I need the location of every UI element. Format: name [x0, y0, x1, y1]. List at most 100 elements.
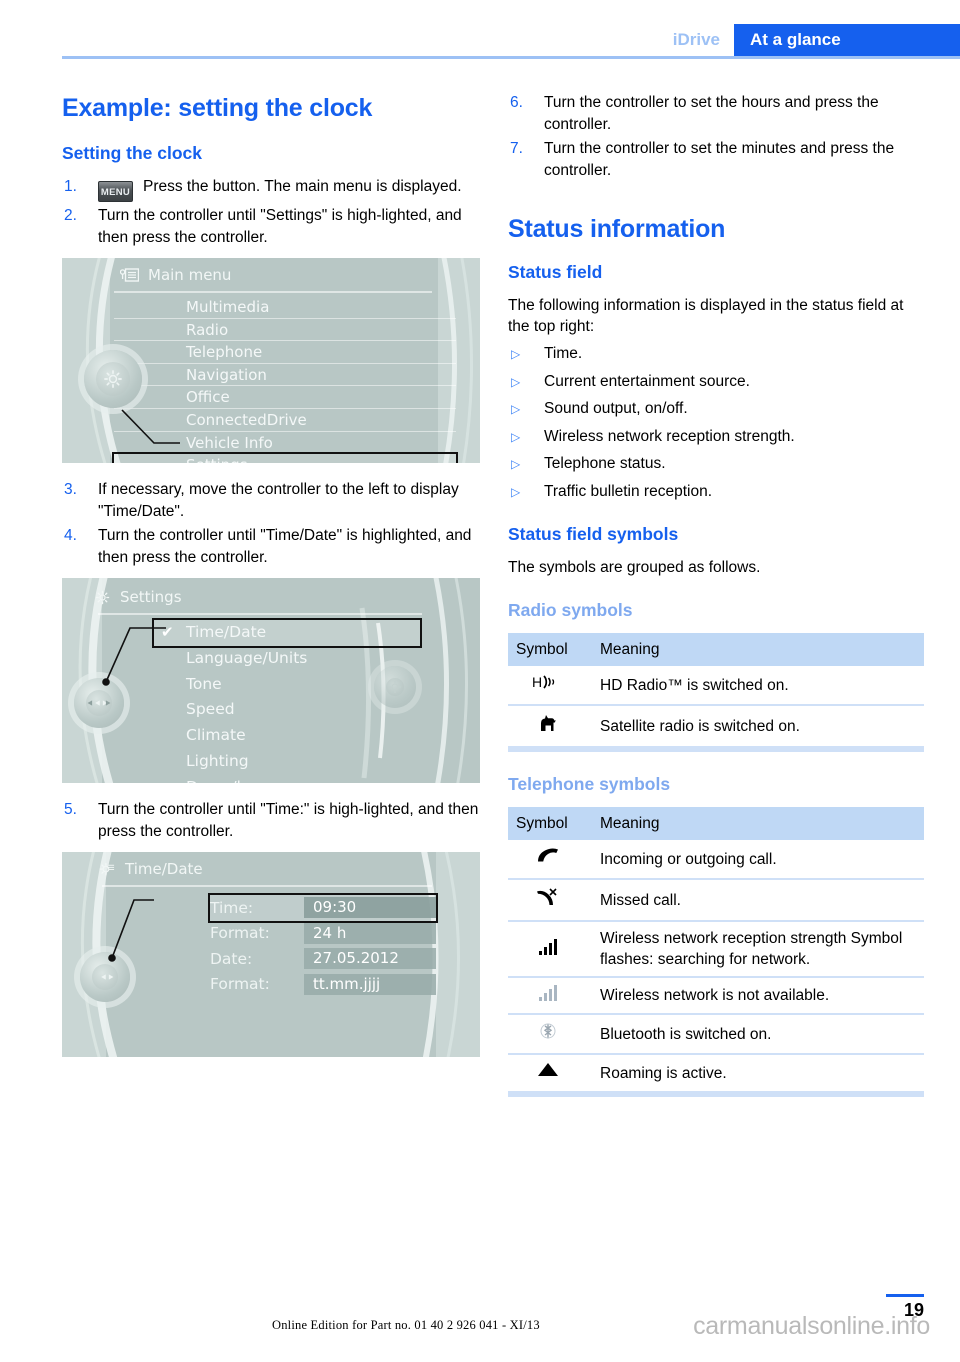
tab-at-a-glance[interactable]: At a glance [734, 24, 960, 56]
step-item: 7. Turn the controller to set the minute… [508, 138, 924, 181]
tab-idrive[interactable]: iDrive [663, 24, 734, 56]
header-tabs: iDrive At a glance [663, 24, 960, 56]
meaning-cell: Incoming or outgoing call. [592, 840, 924, 880]
step-number: 2. [64, 207, 77, 224]
table-row: Incoming or outgoing call. [508, 840, 924, 880]
table-row: Wireless network is not available. [508, 977, 924, 1015]
steps-list-2: 3. If necessary, move the controller to … [62, 479, 480, 568]
symbols-intro: The symbols are grouped as follows. [508, 559, 761, 576]
symbol-cell [508, 1054, 592, 1097]
idrive-callout-line [121, 409, 180, 444]
page-number-rule [886, 1294, 924, 1297]
table-row: H HD Radio™ is switched on. [508, 666, 924, 706]
satellite-radio-dog-icon [541, 715, 556, 731]
step-number: 3. [64, 481, 77, 498]
group-radio-symbols: Radio symbols [508, 600, 633, 620]
column-header-symbol: Symbol [508, 633, 592, 666]
steps-list-1: 1. MENU Press the button. The main menu i… [62, 176, 480, 248]
list-item-text: Time. [544, 345, 583, 362]
step-item: 6. Turn the controller to set the hours … [508, 92, 924, 135]
step-item: 3. If necessary, move the controller to … [62, 479, 480, 522]
idrive-screenshot-main-menu: Main menu Multimedia Radio Telephone Nav… [62, 258, 480, 463]
handset-icon [538, 848, 558, 862]
triangle-bullet-icon: ▷ [511, 402, 521, 416]
svg-text:H: H [532, 674, 542, 690]
meaning-cell: HD Radio™ is switched on. [592, 666, 924, 706]
meaning-cell: Bluetooth is switched on. [592, 1014, 924, 1055]
meaning-cell: Wireless network reception strength Symb… [592, 921, 924, 978]
symbol-cell [508, 1014, 592, 1055]
column-header-meaning: Meaning [592, 807, 924, 840]
list-item-text: Wireless network reception strength. [544, 427, 795, 445]
step-text: Press the button. The main menu is displ… [143, 178, 462, 195]
status-field-list: ▷ Time. ▷ Current entertainment source. ▷ S… [508, 343, 924, 502]
symbol-cell: H [508, 666, 592, 706]
step-item: 5. Turn the controller until "Time:" is … [62, 799, 480, 842]
symbol-cell [508, 921, 592, 978]
step-text: Turn the controller until "Settings" is … [98, 207, 462, 246]
step-number: 7. [510, 140, 523, 157]
subsection-status-field: Status field [508, 262, 603, 282]
meaning-cell: Roaming is active. [592, 1054, 924, 1097]
signal-bars-icon [538, 938, 558, 955]
list-item: ▷ Telephone status. [508, 453, 924, 475]
column-header-symbol: Symbol [508, 807, 592, 840]
symbol-cell [508, 840, 592, 880]
symbol-cell [508, 705, 592, 752]
step-text: Turn the controller until "Time:" is hig… [98, 801, 479, 840]
radio-symbols-table: Symbol Meaning H HD Radio™ is switched o… [508, 633, 924, 752]
list-item: ▷ Wireless network reception strength. [508, 426, 924, 448]
status-field-intro: The following information is displayed i… [508, 297, 904, 335]
triangle-bullet-icon: ▷ [511, 484, 521, 499]
online-edition-note: Online Edition for Part no. 01 40 2 926 … [272, 1318, 540, 1332]
step-number: 5. [64, 801, 77, 818]
step-text: Turn the controller to set the hours and… [544, 94, 879, 133]
step-number: 4. [64, 527, 77, 544]
page-title: Example: setting the clock [62, 94, 373, 122]
step-text: Turn the controller until "Time/Date" is… [98, 527, 472, 566]
telephone-symbols-table: Symbol Meaning Incoming or outgoing call… [508, 807, 924, 1097]
section-setting-the-clock: Setting the clock [62, 143, 203, 163]
list-item-text: Telephone status. [544, 455, 666, 472]
steps-list-continued: 6. Turn the controller to set the hours … [508, 92, 924, 181]
table-row: Bluetooth is switched on. [508, 1014, 924, 1055]
list-item-text: Traffic bulletin reception. [544, 482, 713, 500]
steps-list-3: 5. Turn the controller until "Time:" is … [62, 799, 480, 842]
watermark: carmanualsonline.info [693, 1312, 930, 1340]
page-content: Example: setting the clock Setting the c… [0, 62, 960, 1099]
step-item: 1. MENU Press the button. The main menu i… [62, 176, 480, 202]
table-row: Missed call. [508, 879, 924, 922]
roaming-triangle-icon [538, 1063, 558, 1076]
meaning-cell: Wireless network is not available. [592, 977, 924, 1015]
table-row: Roaming is active. [508, 1054, 924, 1097]
menu-button-icon: MENU [98, 181, 133, 202]
header-divider [62, 56, 960, 59]
idrive-screenshot-time-date: Time/Date Time: 09:30 Format: 24 h Date:… [62, 852, 480, 1057]
step-item: 2. Turn the controller until "Settings" … [62, 205, 480, 248]
list-item-text: Current entertainment source. [544, 372, 750, 390]
step-number: 6. [510, 94, 523, 111]
table-row: Wireless network reception strength Symb… [508, 921, 924, 978]
symbol-cell [508, 879, 592, 922]
idrive-callout-line [108, 899, 154, 962]
triangle-bullet-icon: ▷ [511, 374, 521, 389]
list-item: ▷ Traffic bulletin reception. [508, 481, 924, 503]
symbol-cell [508, 977, 592, 1015]
step-text: Turn the controller to set the minutes a… [544, 140, 895, 179]
section-status-information: Status information [508, 215, 726, 243]
step-item: 4. Turn the controller until "Time/Date"… [62, 525, 480, 568]
idrive-menu-item-settings[interactable]: Settings [112, 452, 458, 463]
table-row: Satellite radio is switched on. [508, 705, 924, 752]
right-column: 6. Turn the controller to set the hours … [508, 62, 924, 1099]
left-column: Example: setting the clock Setting the c… [62, 62, 480, 1099]
list-item: ▷ Sound output, on/off. [508, 398, 924, 420]
column-header-meaning: Meaning [592, 633, 924, 666]
step-number: 1. [64, 178, 77, 195]
idrive-callout-line [102, 627, 166, 686]
subsection-status-field-symbols: Status field symbols [508, 524, 679, 544]
table-header-row: Symbol Meaning [508, 807, 924, 840]
triangle-bullet-icon: ▷ [511, 457, 521, 471]
idrive-screenshot-settings: Settings ✔ Time/Date Language/Units Tone… [62, 578, 480, 783]
missed-call-icon [537, 888, 557, 905]
list-item: ▷ Time. [508, 343, 924, 365]
